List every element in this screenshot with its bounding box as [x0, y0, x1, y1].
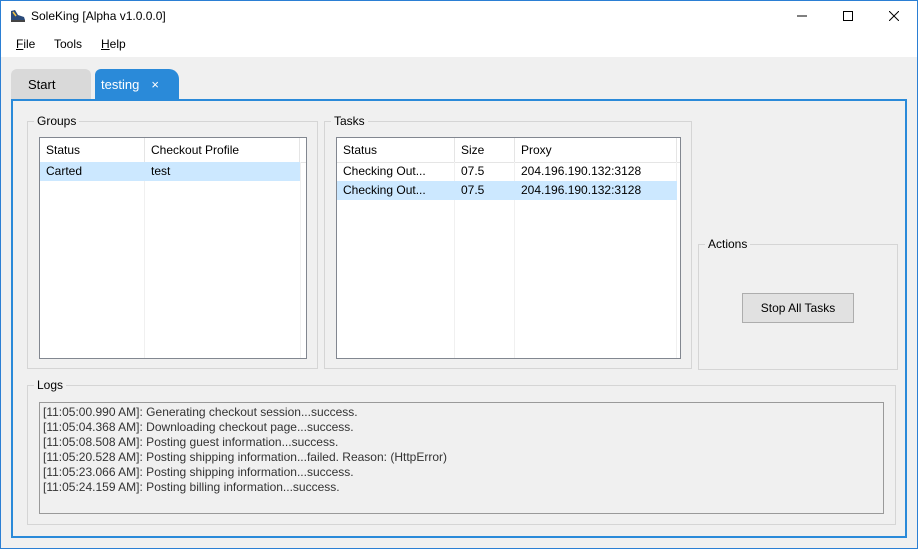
column-header-checkout-profile[interactable]: Checkout Profile: [145, 138, 300, 162]
logs-groupbox: Logs [11:05:00.990 AM]: Generating check…: [27, 378, 896, 525]
close-window-button[interactable]: [871, 1, 917, 31]
menu-tools[interactable]: Tools: [54, 37, 82, 51]
groups-list-header: Status Checkout Profile: [40, 138, 306, 163]
title-bar[interactable]: SoleKing [Alpha v1.0.0.0]: [1, 1, 917, 31]
maximize-button[interactable]: [825, 1, 871, 31]
task-size-cell: 07.5: [461, 164, 485, 178]
minimize-icon: [797, 15, 807, 17]
column-divider: [300, 162, 301, 358]
app-window: SoleKing [Alpha v1.0.0.0] File Tools Hel…: [0, 0, 918, 549]
menu-help[interactable]: Help: [101, 37, 126, 51]
log-line: [11:05:00.990 AM]: Generating checkout s…: [43, 405, 358, 419]
table-row[interactable]: Checking Out... 07.5 204.196.190.132:312…: [337, 162, 677, 181]
tab-start-label: Start: [28, 76, 56, 92]
log-line: [11:05:20.528 AM]: Posting shipping info…: [43, 450, 447, 464]
log-line: [11:05:04.368 AM]: Downloading checkout …: [43, 420, 354, 434]
task-proxy-cell: 204.196.190.132:3128: [521, 164, 642, 178]
column-header-status[interactable]: Status: [40, 138, 145, 162]
column-header-size[interactable]: Size: [455, 138, 515, 162]
logs-title: Logs: [34, 378, 67, 392]
tab-testing[interactable]: testing ×: [95, 69, 179, 99]
log-line: [11:05:08.508 AM]: Posting guest informa…: [43, 435, 339, 449]
group-profile-cell: test: [151, 164, 171, 178]
tab-close-icon[interactable]: ×: [151, 77, 159, 92]
column-header-status[interactable]: Status: [337, 138, 455, 162]
groups-title: Groups: [34, 114, 80, 128]
log-line: [11:05:24.159 AM]: Posting billing infor…: [43, 480, 340, 494]
log-line: [11:05:23.066 AM]: Posting shipping info…: [43, 465, 354, 479]
groups-groupbox: Groups Status Checkout Profile Carted te…: [27, 114, 318, 369]
tasks-list[interactable]: Status Size Proxy Checking Out... 07.5 2…: [336, 137, 681, 359]
menu-file[interactable]: File: [16, 37, 35, 51]
task-status-cell: Checking Out...: [343, 164, 426, 178]
close-icon: [889, 11, 899, 21]
maximize-icon: [843, 11, 853, 21]
task-status-cell: Checking Out...: [343, 183, 426, 197]
log-output[interactable]: [11:05:00.990 AM]: Generating checkout s…: [39, 402, 884, 514]
tab-start[interactable]: Start: [11, 69, 91, 99]
tab-testing-label: testing: [101, 76, 140, 92]
actions-title: Actions: [705, 237, 751, 251]
groups-list[interactable]: Status Checkout Profile Carted test: [39, 137, 307, 359]
actions-groupbox: Actions Stop All Tasks: [698, 237, 898, 370]
column-divider: [144, 162, 145, 358]
task-size-cell: 07.5: [461, 183, 485, 197]
minimize-button[interactable]: [779, 1, 825, 31]
group-status-cell: Carted: [46, 164, 83, 178]
menu-file-label: File: [16, 37, 36, 51]
window-title: SoleKing [Alpha v1.0.0.0]: [31, 9, 166, 23]
tab-content-panel: Groups Status Checkout Profile Carted te…: [11, 99, 907, 538]
stop-all-tasks-button[interactable]: Stop All Tasks: [742, 293, 854, 323]
tasks-title: Tasks: [331, 114, 368, 128]
table-row[interactable]: Carted test: [40, 162, 300, 181]
tasks-list-header: Status Size Proxy: [337, 138, 680, 163]
column-header-proxy[interactable]: Proxy: [515, 138, 677, 162]
menu-tools-label: Tools: [54, 37, 83, 51]
table-row[interactable]: Checking Out... 07.5 204.196.190.132:312…: [337, 181, 677, 200]
menu-help-label: Help: [101, 37, 126, 51]
sneaker-icon: [11, 10, 25, 22]
tasks-groupbox: Tasks Status Size Proxy Checking Out... …: [324, 114, 692, 369]
task-proxy-cell: 204.196.190.132:3128: [521, 183, 642, 197]
menu-bar: File Tools Help: [1, 31, 917, 57]
